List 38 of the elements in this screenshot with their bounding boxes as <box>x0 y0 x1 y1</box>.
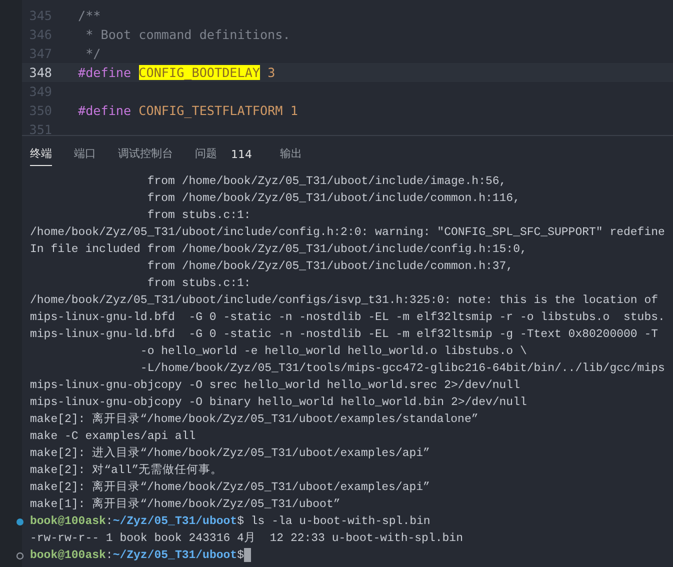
terminal-line: make[2]: 进入目录“/home/book/Zyz/05_T31/uboot/examples/api” <box>30 446 431 462</box>
terminal-line: make[2]: 对“all”无需做任何事。 <box>30 462 224 479</box>
terminal-line: make[2]: 离开目录“/home/book/Zyz/05_T31/uboot/examples/api” <box>30 479 431 496</box>
code-line: /** <box>78 8 101 23</box>
code-line: * Boot command definitions. <box>84 27 290 42</box>
text-cursor <box>244 548 251 562</box>
terminal-line: make -C examples/api all <box>30 429 197 445</box>
terminal-line: In file included from /home/book/Zyz/05_T31/uboot/include/config.h:15:0, <box>30 242 528 258</box>
code-line: #define CONFIG_BOOTDELAY 3 <box>78 65 276 80</box>
terminal-line: make[1]: 离开目录“/home/book/Zyz/05_T31/uboot” <box>30 496 342 513</box>
panel-tab[interactable]: 端口 <box>74 143 96 166</box>
terminal-line: -rw-rw-r-- 1 book book 243316 4月 12 22:33 u-boot-with-spl.bin <box>30 531 464 547</box>
command-pending-icon[interactable] <box>16 552 24 560</box>
command-success-icon[interactable] <box>16 518 24 526</box>
code-line: #define CONFIG_TESTFLATFORM 1 <box>78 103 298 118</box>
terminal-line: mips-linux-gnu-ld.bfd -G 0 -static -n -nostdlib -EL -m elf32ltsmip -r -o libstubs.o stubs. <box>30 310 666 326</box>
count-label: 114 <box>231 148 252 161</box>
terminal-line: make[2]: 离开目录“/home/book/Zyz/05_T31/uboot/examples/standalone” <box>30 411 480 428</box>
terminal-line: from /home/book/Zyz/05_T31/uboot/include/common.h:116, <box>146 191 521 207</box>
terminal-line: /home/book/Zyz/05_T31/uboot/include/config.h:2:0: warning: "CONFIG_SPL_SFC_SUPPORT" redefine <box>30 225 666 241</box>
terminal-line: -L/home/book/Zyz/05_T31/tools/mips-gcc472-glibc216-64bit/bin/../lib/gcc/mips <box>139 361 666 377</box>
panel-tab[interactable]: 输出 <box>280 143 302 166</box>
terminal-line: from stubs.c:1: <box>146 208 252 224</box>
terminal-line: from /home/book/Zyz/05_T31/uboot/include/common.h:37, <box>146 259 514 275</box>
panel-tab[interactable]: 问题 <box>195 143 217 166</box>
terminal-prompt-line: book@100ask:~/Zyz/05_T31/uboot$ <box>30 547 251 564</box>
terminal-line: /home/book/Zyz/05_T31/uboot/include/configs/isvp_t31.h:325:0: note: this is the location of <box>30 293 660 309</box>
panel-tab[interactable]: 调试控制台 <box>118 143 173 166</box>
terminal-line: -o hello_world -e hello_world hello_world.o libstubs.o \ <box>139 344 528 360</box>
terminal-prompt-line: book@100ask:~/Zyz/05_T31/uboot$ ls -la u-boot-with-spl.bin <box>30 514 430 530</box>
terminal-line: mips-linux-gnu-objcopy -O binary hello_world hello_world.bin 2>/dev/null <box>30 395 528 411</box>
terminal-line: mips-linux-gnu-objcopy -O srec hello_world hello_world.srec 2>/dev/null <box>30 378 521 394</box>
terminal-line: from stubs.c:1: <box>146 276 252 292</box>
panel-tab[interactable]: 终端 <box>30 143 52 166</box>
terminal-line: from /home/book/Zyz/05_T31/uboot/include/image.h:56, <box>146 174 508 190</box>
line-number: 348 <box>28 65 52 80</box>
terminal-line: mips-linux-gnu-ld.bfd -G 0 -static -n -nostdlib -EL -m elf32ltsmip -g -Ttext 0x80200000 -T <box>30 327 660 343</box>
code-line: */ <box>84 46 101 61</box>
